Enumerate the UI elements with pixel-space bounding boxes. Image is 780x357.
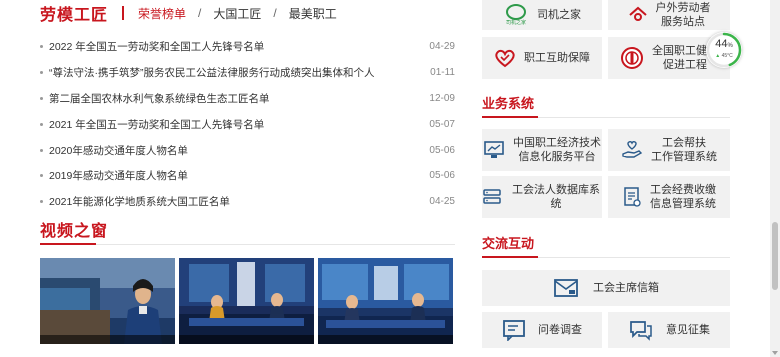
outdoor-station-icon: [628, 6, 648, 24]
video-control-bar[interactable]: [179, 335, 314, 344]
video-thumbnail-2[interactable]: [179, 258, 314, 344]
video-control-bar[interactable]: [318, 335, 453, 344]
heart-icon: [494, 48, 516, 68]
econ-tech-platform-card[interactable]: 中国职工经济技术 信息化服务平台: [482, 129, 602, 171]
bullet-icon: [40, 122, 43, 126]
bullet-icon: [40, 96, 43, 100]
list-item[interactable]: 2019年感动交通年度人物名单 05-06: [40, 163, 455, 189]
assistance-system-card[interactable]: 工会帮扶 工作管理系统: [608, 129, 730, 171]
news-date: 04-29: [429, 41, 455, 53]
tab-separator: /: [273, 6, 277, 20]
tab-best-workers[interactable]: 最美职工: [287, 5, 339, 22]
card-label: 工会经费收缴 信息管理系统: [650, 184, 716, 210]
temperature-readout: ▲ 45°C: [715, 53, 733, 59]
news-title[interactable]: 2020年感动交通年度人物名单: [49, 143, 421, 158]
list-item[interactable]: 2022 年全国五一劳动奖和全国工人先锋号名单 04-29: [40, 34, 455, 60]
video-window-header: 视频之窗: [40, 218, 108, 240]
news-studio-image: [318, 258, 453, 344]
list-item[interactable]: 2020年感动交通年度人物名单 05-06: [40, 137, 455, 163]
union-fee-system-card[interactable]: 工会经费收缴 信息管理系统: [608, 176, 730, 218]
news-date: 05-06: [429, 144, 455, 156]
svg-text:司机之家: 司机之家: [506, 19, 526, 26]
news-title[interactable]: 2022 年全国五一劳动奖和全国工人先锋号名单: [49, 39, 421, 54]
news-title[interactable]: 第二届全国农林水利气象系统绿色生态工匠名单: [49, 91, 421, 106]
divider: [40, 243, 455, 245]
chat-bubbles-icon: [628, 319, 654, 341]
news-date: 01-11: [430, 67, 455, 79]
card-label: 意见征集: [666, 324, 710, 336]
news-date: 12-09: [429, 92, 455, 104]
video-thumbnail-1[interactable]: [40, 258, 175, 344]
card-label: 工会法人数据库系统: [512, 184, 600, 210]
survey-icon: [502, 319, 526, 341]
list-item[interactable]: “尊法守法·携手筑梦”服务农民工公益法律服务行动成绩突出集体和个人 01-11: [40, 60, 455, 86]
page-scrollbar[interactable]: [770, 0, 780, 357]
tab-separator: /: [198, 6, 202, 20]
helping-hand-icon: [621, 140, 643, 160]
card-label: 司机之家: [537, 9, 581, 21]
bullet-icon: [40, 71, 43, 75]
news-date: 05-06: [429, 170, 455, 182]
news-title[interactable]: 2019年感动交通年度人物名单: [49, 168, 421, 183]
outdoor-station-card[interactable]: 户外劳动者 服务站点: [608, 0, 730, 30]
fee-document-icon: [622, 186, 642, 208]
card-label: 问卷调查: [538, 324, 582, 336]
tab-great-craftsmen[interactable]: 大国工匠: [211, 5, 263, 22]
section-title: 劳模工匠: [40, 5, 109, 24]
exchange-title: 交流互动: [482, 237, 535, 252]
tab-divider: [122, 6, 125, 20]
survey-card[interactable]: 问卷调查: [482, 312, 602, 348]
card-label: 中国职工经济技术 信息化服务平台: [513, 137, 601, 163]
feedback-card[interactable]: 意见征集: [608, 312, 730, 348]
scrollbar-thumb[interactable]: [772, 222, 778, 290]
list-item[interactable]: 第二届全国农林水利气象系统绿色生态工匠名单 12-09: [40, 86, 455, 112]
video-thumbnail-3[interactable]: [318, 258, 453, 344]
video-thumbnails: [40, 258, 455, 344]
divider: [482, 116, 730, 118]
mailbox-icon: [553, 277, 579, 299]
scroll-down-arrow-icon[interactable]: [772, 351, 778, 355]
database-icon: [482, 187, 502, 207]
bullet-icon: [40, 148, 43, 152]
news-anchor-image: [40, 258, 175, 344]
bullet-icon: [40, 45, 43, 49]
cpu-usage-widget[interactable]: 44% ▲ 45°C: [706, 32, 742, 68]
card-label: 工会主席信箱: [593, 282, 659, 294]
chairman-mailbox-card[interactable]: 工会主席信箱: [482, 270, 730, 306]
card-label: 工会帮扶 工作管理系统: [651, 137, 717, 163]
business-systems-title: 业务系统: [482, 97, 535, 112]
tab-honor-list[interactable]: 荣誉榜单: [136, 5, 188, 22]
model-worker-header: 劳模工匠 荣誉榜单 / 大国工匠 / 最美职工: [40, 1, 339, 25]
news-date: 04-25: [429, 196, 455, 208]
list-item[interactable]: 2021 年全国五一劳动奖和全国工人先锋号名单 05-07: [40, 111, 455, 137]
list-item[interactable]: 2021年能源化学地质系统大国工匠名单 04-25: [40, 189, 455, 215]
driver-home-card[interactable]: 司机之家 司机之家: [482, 0, 602, 30]
usage-percent: 44%: [715, 38, 733, 50]
news-studio-image: [179, 258, 314, 344]
card-label: 职工互助保障: [524, 52, 590, 64]
union-emblem-icon: [620, 46, 644, 70]
video-section-title: 视频之窗: [40, 221, 109, 240]
divider: [482, 256, 730, 258]
legal-person-db-card[interactable]: 工会法人数据库系统: [482, 176, 602, 218]
news-title[interactable]: “尊法守法·携手筑梦”服务农民工公益法律服务行动成绩突出集体和个人: [49, 65, 422, 80]
bullet-icon: [40, 174, 43, 178]
news-title[interactable]: 2021 年全国五一劳动奖和全国工人先锋号名单: [49, 117, 421, 132]
news-date: 05-07: [429, 118, 455, 130]
news-list: 2022 年全国五一劳动奖和全国工人先锋号名单 04-29 “尊法守法·携手筑梦”…: [40, 34, 455, 215]
card-label: 户外劳动者 服务站点: [655, 2, 711, 28]
monitor-chart-icon: [483, 140, 505, 160]
bullet-icon: [40, 200, 43, 204]
news-title[interactable]: 2021年能源化学地质系统大国工匠名单: [49, 194, 421, 209]
driver-home-icon: 司机之家: [503, 4, 529, 26]
mutual-aid-card[interactable]: 职工互助保障: [482, 37, 602, 79]
tab-bar: 荣誉榜单 / 大国工匠 / 最美职工: [122, 5, 339, 22]
video-control-bar[interactable]: [40, 335, 175, 344]
